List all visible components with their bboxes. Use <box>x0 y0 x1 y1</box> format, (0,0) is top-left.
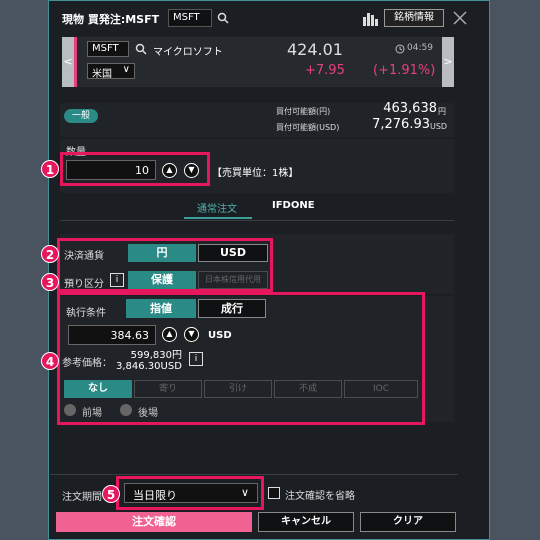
clear-button[interactable]: クリア <box>360 512 456 532</box>
currency-jpy-button[interactable]: 円 <box>128 244 196 262</box>
period-divider <box>50 474 458 475</box>
page-title: 現物 買発注:MSFT <box>62 13 160 26</box>
tab-ifdone[interactable]: IFDONE <box>272 200 315 211</box>
price-change-pct: (+1.91%) <box>373 63 436 78</box>
reference-price-jpy: 599,830円 <box>130 350 182 361</box>
clock-icon <box>395 44 405 54</box>
buy-power-usd-label: 買付可能額(USD) <box>276 123 340 132</box>
stock-info-button[interactable]: 銘柄情報 <box>384 9 444 27</box>
limit-order-button[interactable]: 指値 <box>126 299 196 318</box>
confirm-order-button[interactable]: 注文確認 <box>56 512 252 532</box>
session-morning-label: 前場 <box>82 408 102 419</box>
marker-1: 1 <box>41 160 59 178</box>
quote-main: MSFT マイクロソフト 米国 ∨ 424.01 04:59 +7.95 (+1.… <box>74 37 442 87</box>
company-name: マイクロソフト <box>153 47 223 58</box>
marker-4: 4 <box>41 352 59 370</box>
close-icon[interactable] <box>452 10 468 26</box>
reference-price-label: 参考価格： <box>62 358 112 369</box>
session-afternoon-radio[interactable] <box>120 404 132 416</box>
deposit-margin-button: 日本株信用代用 <box>198 271 268 289</box>
chevron-down-icon: ∨ <box>122 64 130 75</box>
next-arrow-icon[interactable]: > <box>442 37 454 87</box>
cancel-button[interactable]: キャンセル <box>258 512 354 532</box>
buy-power-jpy-unit: 円 <box>438 107 446 116</box>
execution-label: 執行条件 <box>66 308 106 319</box>
marker-5: 5 <box>102 485 120 503</box>
quantity-up-icon[interactable]: ▲ <box>162 163 177 178</box>
prev-arrow-icon[interactable]: < <box>62 37 74 87</box>
last-price: 424.01 <box>287 40 343 59</box>
marker-3: 3 <box>41 273 59 291</box>
period-label: 注文期間 <box>62 492 102 503</box>
session-afternoon-label: 後場 <box>138 408 158 419</box>
deposit-info-icon[interactable]: i <box>110 273 124 287</box>
condition-funari-button: 不成 <box>274 380 342 398</box>
buy-power-usd-unit: USD <box>430 122 448 131</box>
marker-2: 2 <box>41 245 59 263</box>
deposit-protected-button[interactable]: 保護 <box>128 271 196 289</box>
buy-power-jpy-label: 買付可能額(円) <box>276 107 331 116</box>
price-unit: USD <box>208 330 232 341</box>
skip-confirm-label: 注文確認を省略 <box>285 491 355 502</box>
price-up-icon[interactable]: ▲ <box>162 327 177 342</box>
session-morning-radio[interactable] <box>64 404 76 416</box>
active-tab-underline <box>184 217 252 219</box>
chevron-down-icon: ∨ <box>240 486 249 499</box>
market-order-button[interactable]: 成行 <box>198 299 266 318</box>
condition-ioc-button: IOC <box>344 380 418 398</box>
deposit-label: 預り区分 <box>64 279 104 290</box>
chart-icon[interactable] <box>362 10 380 26</box>
period-select[interactable]: 当日限り ∨ <box>124 483 258 503</box>
search-icon[interactable] <box>217 12 229 24</box>
currency-usd-button[interactable]: USD <box>198 244 268 262</box>
price-down-icon[interactable]: ▼ <box>184 327 199 342</box>
market-select[interactable]: 米国 ∨ <box>87 63 135 80</box>
tab-divider <box>60 220 454 221</box>
quantity-down-icon[interactable]: ▼ <box>184 163 199 178</box>
market-label: 米国 <box>92 69 112 80</box>
condition-none-button[interactable]: なし <box>64 380 132 398</box>
account-tag: 一般 <box>64 109 98 123</box>
skip-confirm-checkbox[interactable] <box>268 487 280 499</box>
tab-normal-order[interactable]: 通常注文 <box>197 200 237 215</box>
price-change: +7.95 <box>305 63 345 78</box>
unit-note: 【売買単位：1株】 <box>212 168 299 179</box>
quantity-input[interactable]: 10 <box>66 160 156 180</box>
reference-price-usd: 3,846.30USD <box>116 361 182 372</box>
limit-price-input[interactable]: 384.63 <box>68 325 156 345</box>
condition-open-button: 寄り <box>134 380 202 398</box>
buy-power-usd: 7,276.93 <box>372 117 430 132</box>
reference-info-icon[interactable]: i <box>189 352 203 366</box>
quote-search-icon[interactable] <box>135 43 147 55</box>
period-value: 当日限り <box>133 489 177 502</box>
condition-close-button: 引け <box>204 380 272 398</box>
quote-symbol-input[interactable]: MSFT <box>87 41 129 57</box>
quote-strip: < MSFT マイクロソフト 米国 ∨ 424.01 04:59 +7.95 (+… <box>62 37 454 87</box>
settlement-label: 決済通貨 <box>64 251 104 262</box>
buy-power-jpy: 463,638 <box>383 101 437 116</box>
symbol-input[interactable]: MSFT <box>168 9 212 27</box>
quote-time: 04:59 <box>407 43 433 53</box>
